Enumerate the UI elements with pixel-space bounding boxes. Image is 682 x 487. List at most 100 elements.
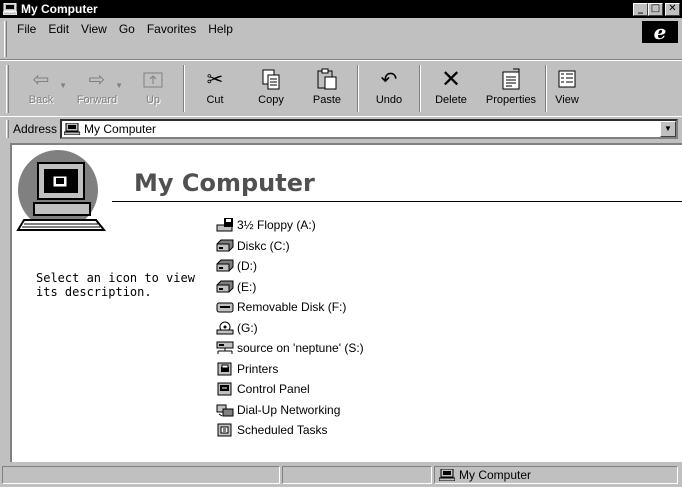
drive-item-c[interactable]: Diskc (C:)	[216, 236, 364, 257]
undo-icon: ↶	[380, 67, 398, 91]
close-button[interactable]: ✕	[665, 2, 680, 16]
my-computer-icon	[64, 122, 81, 135]
menu-view[interactable]: View	[75, 22, 113, 36]
scissors-icon: ✂	[206, 67, 224, 91]
hard-drive-icon	[216, 280, 234, 293]
menu-bar: File Edit View Go Favorites Help	[0, 18, 682, 60]
properties-label: Properties	[485, 94, 537, 106]
folder-label: Scheduled Tasks	[237, 423, 328, 438]
paste-label: Paste	[312, 94, 342, 106]
status-panel-zone: My Computer	[434, 465, 678, 484]
folder-label: Dial-Up Networking	[237, 402, 341, 417]
menu-help[interactable]: Help	[202, 22, 239, 36]
drive-item-e[interactable]: (E:)	[216, 277, 364, 298]
hard-drive-icon	[216, 239, 234, 252]
drive-item-d[interactable]: (D:)	[216, 256, 364, 277]
folder-label: Control Panel	[237, 382, 310, 397]
minimize-button[interactable]: _	[633, 2, 648, 16]
address-grip[interactable]	[6, 119, 9, 138]
drive-label: (D:)	[237, 259, 257, 274]
status-panel-middle	[282, 465, 432, 484]
ie-logo-icon: e	[642, 20, 678, 44]
copy-label: Copy	[258, 94, 284, 106]
delete-x-icon: ✕	[440, 65, 462, 93]
drive-label: Diskc (C:)	[237, 238, 290, 253]
back-dropdown-icon[interactable]: ▼	[59, 81, 67, 90]
drive-list: 3½ Floppy (A:) Diskc (C:) (D:) (E:) Remo…	[216, 215, 364, 441]
view-label: View	[555, 94, 579, 106]
title-divider	[112, 201, 682, 202]
page-title: My Computer	[134, 169, 315, 197]
up-button[interactable]: Up	[125, 61, 181, 116]
address-label: Address	[13, 121, 58, 136]
drive-label: (G:)	[237, 320, 258, 335]
back-button[interactable]: ⇦ Back ▼	[13, 61, 69, 116]
toolbar-separator	[183, 65, 185, 112]
cut-button[interactable]: ✂ Cut	[187, 61, 243, 116]
back-label: Back	[28, 94, 54, 106]
properties-icon	[502, 68, 520, 90]
menu-file[interactable]: File	[11, 22, 42, 36]
folder-item-printers[interactable]: Printers	[216, 359, 364, 380]
my-computer-icon	[439, 468, 455, 481]
delete-label: Delete	[435, 94, 467, 106]
status-bar: My Computer	[0, 462, 682, 487]
undo-label: Undo	[375, 94, 403, 106]
paste-button[interactable]: Paste	[299, 61, 355, 116]
folder-item-control-panel[interactable]: Control Panel	[216, 379, 364, 400]
hard-drive-icon	[216, 259, 234, 272]
description-hint: Select an icon to view its description.	[36, 271, 195, 299]
drive-item-floppy-a[interactable]: 3½ Floppy (A:)	[216, 215, 364, 236]
control-panel-icon	[217, 382, 232, 396]
view-button[interactable]: View	[549, 61, 585, 116]
scheduled-tasks-icon	[217, 423, 232, 437]
drive-item-network-s[interactable]: source on 'neptune' (S:)	[216, 338, 364, 359]
forward-arrow-icon: ⇨	[88, 67, 106, 91]
properties-button[interactable]: Properties	[479, 61, 543, 116]
title-bar[interactable]: My Computer _ □ ✕	[0, 0, 682, 18]
delete-button[interactable]: ✕ Delete	[423, 61, 479, 116]
drive-label: source on 'neptune' (S:)	[237, 341, 364, 356]
drive-label: Removable Disk (F:)	[237, 300, 347, 315]
menu-favorites[interactable]: Favorites	[141, 22, 202, 36]
removable-disk-icon	[216, 302, 234, 313]
view-icon	[558, 70, 576, 88]
printers-folder-icon	[217, 362, 232, 376]
forward-label: Forward	[76, 94, 118, 106]
copy-icon	[262, 69, 280, 90]
toolbar-separator	[545, 65, 547, 112]
address-bar: Address My Computer ▼	[0, 116, 682, 140]
address-dropdown-icon[interactable]: ▼	[660, 120, 676, 137]
menu-edit[interactable]: Edit	[42, 22, 75, 36]
copy-button[interactable]: Copy	[243, 61, 299, 116]
folder-item-dialup-networking[interactable]: Dial-Up Networking	[216, 400, 364, 421]
menu-go[interactable]: Go	[113, 22, 141, 36]
my-computer-large-icon	[16, 150, 107, 231]
dialup-networking-icon	[216, 404, 234, 417]
forward-button[interactable]: ⇨ Forward ▼	[69, 61, 125, 116]
address-field[interactable]: My Computer ▼	[60, 118, 678, 139]
status-zone-text: My Computer	[459, 467, 532, 482]
drive-item-g[interactable]: (G:)	[216, 318, 364, 339]
forward-dropdown-icon[interactable]: ▼	[115, 81, 123, 90]
status-panel-left	[2, 465, 280, 484]
toolbar-grip[interactable]	[6, 65, 9, 113]
toolbar: ⇦ Back ▼ ⇨ Forward ▼ Up ✂ Cut Copy Paste	[0, 60, 682, 116]
drive-label: 3½ Floppy (A:)	[237, 218, 316, 233]
floppy-icon	[216, 218, 233, 232]
menu-grip[interactable]	[4, 21, 7, 57]
cdrom-icon	[216, 321, 234, 335]
toolbar-separator	[419, 65, 421, 112]
undo-button[interactable]: ↶ Undo	[361, 61, 417, 116]
toolbar-separator	[357, 65, 359, 112]
window-title: My Computer	[21, 2, 98, 16]
up-label: Up	[145, 94, 161, 106]
cut-label: Cut	[206, 94, 224, 106]
back-arrow-icon: ⇦	[32, 67, 50, 91]
folder-view: My Computer Select an icon to view its d…	[10, 143, 682, 462]
maximize-button[interactable]: □	[648, 2, 663, 16]
drive-item-removable-f[interactable]: Removable Disk (F:)	[216, 297, 364, 318]
network-drive-icon	[216, 341, 234, 355]
up-folder-icon	[143, 72, 163, 88]
folder-item-scheduled-tasks[interactable]: Scheduled Tasks	[216, 420, 364, 441]
